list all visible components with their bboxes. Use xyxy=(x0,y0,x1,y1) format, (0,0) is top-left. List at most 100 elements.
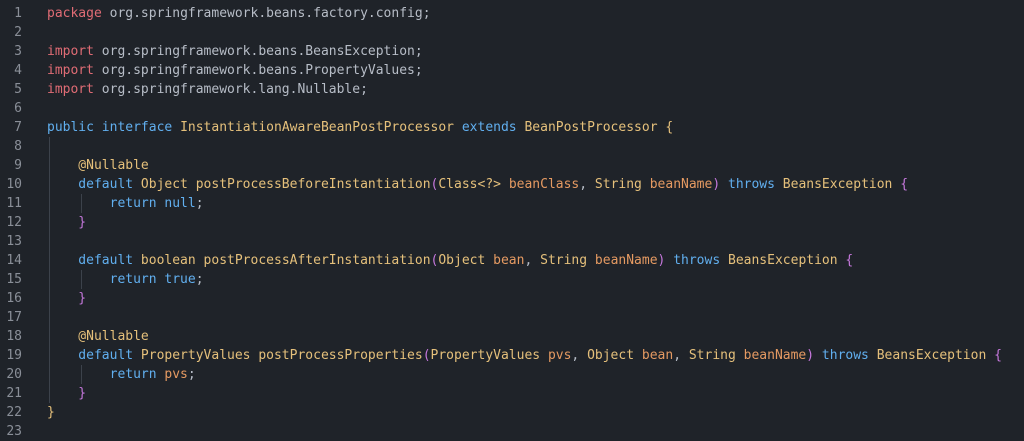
code-token: org.springframework.beans.BeansException… xyxy=(93,44,423,59)
line-number: 7 xyxy=(14,120,22,135)
code-line[interactable]: 13 xyxy=(0,232,1024,251)
code-line[interactable]: 19 default PropertyValues postProcessPro… xyxy=(0,346,1024,365)
indent-guide xyxy=(81,365,82,384)
code-text: default boolean postProcessAfterInstanti… xyxy=(47,251,853,270)
line-number: 22 xyxy=(6,405,22,420)
code-token: ; xyxy=(195,272,204,287)
code-token: Class<?> xyxy=(438,177,509,192)
code-token: throws xyxy=(821,348,877,363)
code-token: package xyxy=(47,6,102,21)
line-number: 23 xyxy=(6,424,22,439)
line-number: 3 xyxy=(14,44,22,59)
code-token: , xyxy=(579,177,595,192)
code-text: return true; xyxy=(47,270,204,289)
code-token: { xyxy=(665,120,674,135)
line-number: 8 xyxy=(14,139,22,154)
line-number: 2 xyxy=(14,25,22,40)
code-token: BeansException xyxy=(728,253,846,268)
code-line[interactable]: 20 return pvs; xyxy=(0,365,1024,384)
code-line[interactable]: 21 } xyxy=(0,384,1024,403)
code-line[interactable]: 17 xyxy=(0,308,1024,327)
code-text: package org.springframework.beans.factor… xyxy=(47,4,431,23)
code-token: extends xyxy=(461,120,517,135)
code-text: } xyxy=(47,289,86,308)
code-line[interactable]: 1 package org.springframework.beans.facto… xyxy=(0,4,1024,23)
line-number: 10 xyxy=(6,177,22,192)
code-line[interactable]: 11 return null; xyxy=(0,194,1024,213)
code-token: bean xyxy=(493,253,525,268)
code-line[interactable]: 12 } xyxy=(0,213,1024,232)
code-line[interactable]: 15 return true; xyxy=(0,270,1024,289)
code-token: default xyxy=(47,177,141,192)
code-token: beanName xyxy=(594,253,658,268)
code-line[interactable]: 16 } xyxy=(0,289,1024,308)
code-token: throws xyxy=(728,177,783,192)
code-token: ( xyxy=(422,348,431,363)
code-token: postProcessAfterInstantiation xyxy=(203,253,431,268)
code-token: @Nullable xyxy=(47,329,149,344)
line-number: 16 xyxy=(6,291,22,306)
code-token: BeansException xyxy=(876,348,995,363)
code-line[interactable]: 3 import org.springframework.beans.BeansE… xyxy=(0,42,1024,61)
code-token: bean xyxy=(641,348,674,363)
code-text: import org.springframework.beans.Propert… xyxy=(47,61,423,80)
code-token: throws xyxy=(673,253,728,268)
code-token: @Nullable xyxy=(47,158,149,173)
code-token: interface xyxy=(101,120,173,135)
code-token: { xyxy=(994,348,1002,363)
code-line[interactable]: 9 @Nullable xyxy=(0,156,1024,175)
code-line[interactable]: 23 xyxy=(0,422,1024,441)
code-token: PropertyValues xyxy=(140,348,259,363)
code-token: beanName xyxy=(743,348,807,363)
code-text: default PropertyValues postProcessProper… xyxy=(47,346,1002,365)
line-number: 9 xyxy=(14,158,22,173)
code-token: ; xyxy=(187,367,196,382)
code-token: } xyxy=(47,405,55,420)
line-number: 5 xyxy=(14,82,22,97)
indent-guide xyxy=(81,270,82,289)
indent-guide xyxy=(49,137,50,403)
line-number: 20 xyxy=(6,367,22,382)
code-token: , xyxy=(571,348,588,363)
code-token: InstantiationAwareBeanPostProcessor xyxy=(172,120,462,135)
code-line[interactable]: 18 @Nullable xyxy=(0,327,1024,346)
code-line[interactable]: 14 default boolean postProcessAfterInsta… xyxy=(0,251,1024,270)
code-line[interactable]: 5 import org.springframework.lang.Nullabl… xyxy=(0,80,1024,99)
code-text: public interface InstantiationAwareBeanP… xyxy=(47,118,673,137)
line-number: 19 xyxy=(6,348,22,363)
line-number: 14 xyxy=(6,253,22,268)
code-token: ) xyxy=(806,348,822,363)
code-token: public xyxy=(47,120,94,135)
code-line[interactable]: 10 default Object postProcessBeforeInsta… xyxy=(0,175,1024,194)
code-text: import org.springframework.lang.Nullable… xyxy=(47,80,368,99)
code-line[interactable]: 2 xyxy=(0,23,1024,42)
code-text: default Object postProcessBeforeInstanti… xyxy=(47,175,908,194)
code-token: Object xyxy=(438,253,494,268)
line-number: 18 xyxy=(6,329,22,344)
code-token: } xyxy=(47,291,87,306)
line-number: 11 xyxy=(6,196,22,211)
line-number: 13 xyxy=(6,234,22,249)
code-text: } xyxy=(47,384,86,403)
line-number: 6 xyxy=(14,101,22,116)
code-line[interactable]: 6 xyxy=(0,99,1024,118)
line-number: 15 xyxy=(6,272,22,287)
code-token: org.springframework.beans.PropertyValues… xyxy=(93,63,423,78)
code-line[interactable]: 8 xyxy=(0,137,1024,156)
code-editor[interactable]: 1 package org.springframework.beans.facto… xyxy=(0,0,1024,439)
code-line[interactable]: 7 public interface InstantiationAwareBean… xyxy=(0,118,1024,137)
code-token: { xyxy=(900,177,909,192)
code-token: null xyxy=(164,196,196,211)
code-token: return xyxy=(47,272,165,287)
code-token: beanClass xyxy=(508,177,580,192)
code-token: import xyxy=(47,63,94,78)
code-token: pvs xyxy=(547,348,572,363)
code-token: BeanPostProcessor xyxy=(516,120,666,135)
code-line[interactable]: 4 import org.springframework.beans.Proper… xyxy=(0,61,1024,80)
code-token: default xyxy=(47,253,141,268)
code-text: } xyxy=(47,213,86,232)
code-token: PropertyValues xyxy=(430,348,548,363)
code-line[interactable]: 22} xyxy=(0,403,1024,422)
code-text: import org.springframework.beans.BeansEx… xyxy=(47,42,423,61)
